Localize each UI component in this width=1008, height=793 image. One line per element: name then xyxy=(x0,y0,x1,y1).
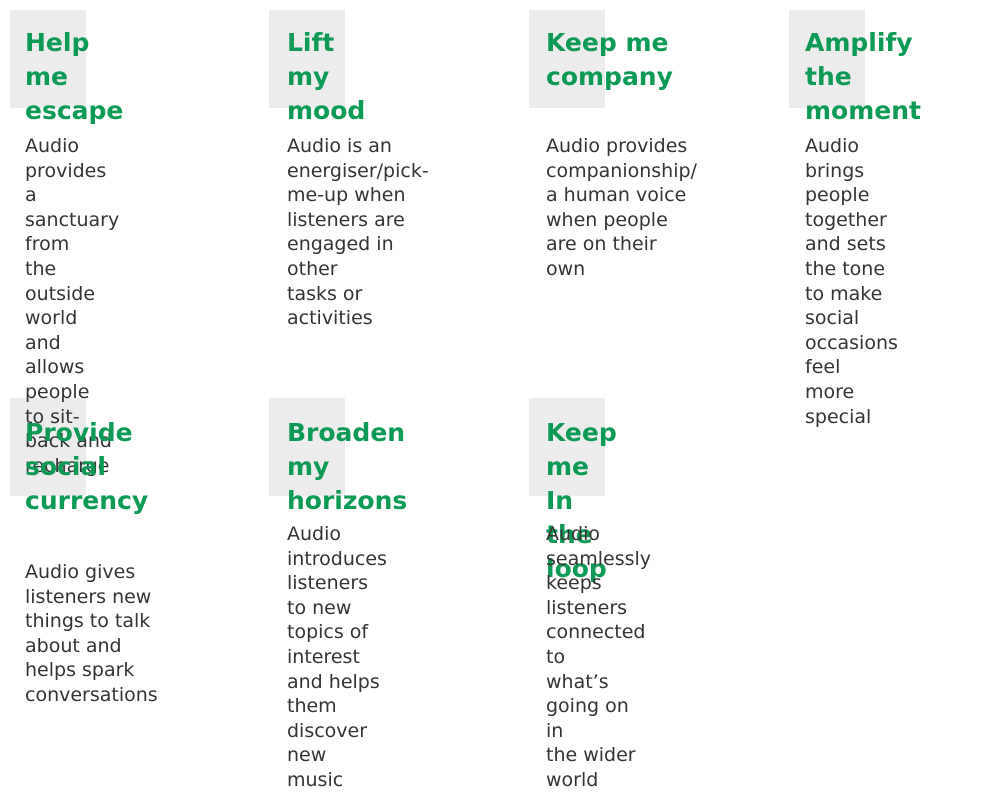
card-description: Audio provides companionship/ a human vo… xyxy=(546,135,697,280)
card-description: Audio seamlessly keeps listeners connect… xyxy=(546,523,652,791)
card-title: Help me escape xyxy=(25,28,124,125)
card-title: Amplify the moment xyxy=(805,28,921,125)
card-description: Audio brings people together and sets th… xyxy=(805,135,898,428)
page: { "cards": [ { "title": "Help me\nescape… xyxy=(0,0,1008,791)
card-title: Provide social currency xyxy=(25,418,149,515)
card-title: Keep me company xyxy=(546,28,673,91)
card-description: Audio gives listeners new things to talk… xyxy=(25,561,158,706)
card-title: Lift my mood xyxy=(287,28,366,125)
card-description: Audio introduces listeners to new topics… xyxy=(287,523,387,791)
card-description: Audio is an energiser/pick- me-up when l… xyxy=(287,135,429,330)
card-title: Broaden my horizons xyxy=(287,418,408,515)
